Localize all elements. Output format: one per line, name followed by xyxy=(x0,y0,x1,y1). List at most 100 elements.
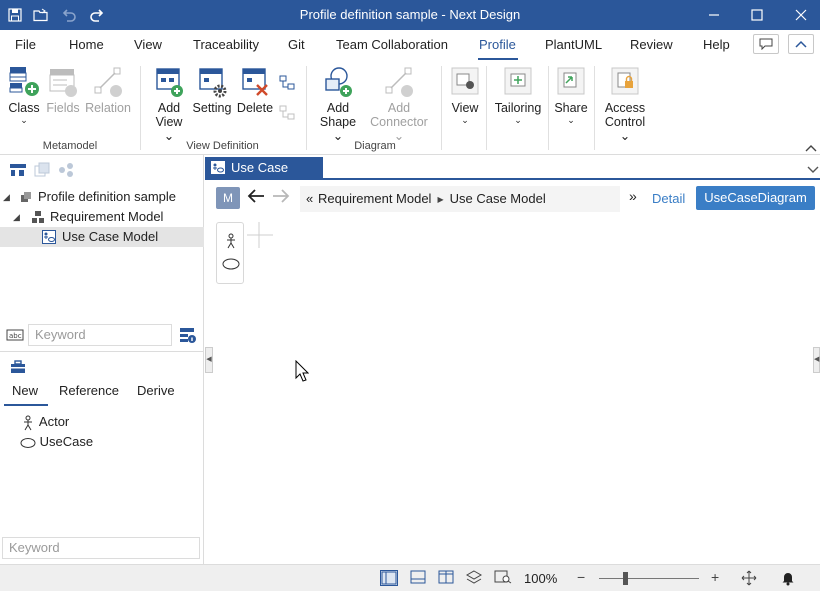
actor-icon xyxy=(24,415,32,430)
notification-bell-icon[interactable] xyxy=(780,570,798,586)
ribbon-separator xyxy=(486,66,487,150)
tree-item-label: Requirement Model xyxy=(50,209,164,224)
actor-icon[interactable] xyxy=(223,233,239,249)
zoom-out-button[interactable]: − xyxy=(577,569,585,585)
breadcrumb-separator-icon: ▶ xyxy=(437,194,444,204)
add-view-button[interactable]: Add View ⌄ xyxy=(149,65,189,143)
view-button[interactable]: View ⌄ xyxy=(448,65,482,125)
ribbon-separator xyxy=(548,66,549,150)
toolbox-icon[interactable] xyxy=(9,359,27,375)
list-item-label: UseCase xyxy=(39,434,94,449)
forward-arrow-icon[interactable] xyxy=(272,188,290,208)
model-search-input[interactable]: Keyword xyxy=(28,324,172,346)
back-arrow-icon[interactable] xyxy=(247,188,265,208)
collapse-ribbon-icon[interactable] xyxy=(788,34,814,54)
setting-button[interactable]: Setting xyxy=(192,65,232,115)
collapse-left-pane-handle[interactable]: ◀ xyxy=(205,347,213,373)
tab-plantuml[interactable]: PlantUML xyxy=(545,37,602,52)
collapse-ribbon-icon[interactable] xyxy=(805,140,817,152)
editor-area: Use Case Model M « Requirement Model ▶ Use… xyxy=(205,155,820,564)
chevron-down-icon[interactable] xyxy=(807,162,819,173)
minimize-icon[interactable] xyxy=(703,4,725,26)
tab-help[interactable]: Help xyxy=(703,37,730,52)
usecase-ellipse-icon[interactable] xyxy=(222,258,240,270)
delete-button[interactable]: Delete xyxy=(236,65,274,115)
zoom-slider-thumb[interactable] xyxy=(623,572,628,585)
collapse-right-pane-handle[interactable]: ◀ xyxy=(813,347,820,373)
list-item-usecase[interactable]: UseCase xyxy=(20,432,93,452)
breadcrumb: « Requirement Model ▶ Use Case Model xyxy=(300,186,620,212)
add-connector-button[interactable]: Add Connector ⌄ xyxy=(364,65,434,143)
tab-home[interactable]: Home xyxy=(69,37,104,52)
detail-link[interactable]: Detail xyxy=(652,191,685,206)
delete-icon xyxy=(242,68,268,96)
editor-tab-use-case-model[interactable]: Use Case Model xyxy=(205,157,323,196)
layout-split-icon[interactable] xyxy=(438,570,456,586)
project-icon xyxy=(21,192,31,202)
zoom-slider-track[interactable] xyxy=(599,578,699,579)
editor-tab-bar: Use Case Model xyxy=(205,155,820,196)
view-tree-icon[interactable] xyxy=(278,74,296,92)
add-shape-label: Add xyxy=(326,101,350,115)
setting-label: Setting xyxy=(192,101,232,115)
layout-left-icon[interactable] xyxy=(380,570,398,586)
tab-traceability[interactable]: Traceability xyxy=(193,37,259,52)
tree-item-use-case-model[interactable]: Use Case Model xyxy=(0,227,204,247)
view-selector-button[interactable]: UseCaseDiagram xyxy=(696,186,815,210)
chevron-down-icon: ⌄ xyxy=(20,115,28,125)
add-connector-label-2: Connector ⌄ xyxy=(370,115,428,143)
model-badge[interactable]: M xyxy=(216,187,240,209)
tree-item-requirement-model[interactable]: ◢ Requirement Model xyxy=(0,207,204,227)
list-item-actor[interactable]: Actor xyxy=(20,412,69,432)
model-tree-icon[interactable] xyxy=(9,162,27,178)
breadcrumb-overflow[interactable]: « xyxy=(306,186,313,212)
expand-arrow-icon[interactable]: ◢ xyxy=(13,207,20,227)
ribbon-separator xyxy=(441,66,442,150)
pane-divider xyxy=(0,351,204,352)
class-button[interactable]: Class ⌄ xyxy=(6,65,42,125)
tab-git[interactable]: Git xyxy=(288,37,305,52)
share-button[interactable]: Share ⌄ xyxy=(553,65,589,125)
tailoring-button[interactable]: Tailoring ⌄ xyxy=(492,65,544,125)
view-icon xyxy=(451,67,479,95)
scope-icon xyxy=(33,162,51,178)
tab-reference[interactable]: Reference xyxy=(59,383,119,398)
breadcrumb-item[interactable]: Requirement Model xyxy=(318,191,431,206)
status-bar: 100% − + xyxy=(0,564,820,591)
zoom-in-button[interactable]: + xyxy=(711,569,719,585)
expand-arrow-icon[interactable]: ◢ xyxy=(3,187,10,207)
text-search-icon[interactable]: abc xyxy=(6,328,24,342)
comment-icon[interactable] xyxy=(753,34,779,54)
diagram-palette xyxy=(216,222,244,284)
tab-derive[interactable]: Derive xyxy=(137,383,175,398)
fields-button[interactable]: Fields xyxy=(45,65,81,115)
add-shape-label-2: Shape ⌄ xyxy=(319,115,357,143)
tree-item-profile-definition-sample[interactable]: ◢ Profile definition sample xyxy=(0,187,204,207)
pan-icon[interactable] xyxy=(741,570,759,586)
breadcrumb-more[interactable]: » xyxy=(629,188,637,204)
usecase-model-icon xyxy=(211,161,225,174)
toolbox-search-input[interactable]: Keyword xyxy=(2,537,200,559)
tree-item-label: Profile definition sample xyxy=(38,189,177,204)
access-control-button[interactable]: Access Control ⌄ xyxy=(598,65,652,143)
share-icon xyxy=(557,67,585,95)
relation-button[interactable]: Relation xyxy=(85,65,131,115)
maximize-icon[interactable] xyxy=(746,4,768,26)
model-icon xyxy=(32,211,44,223)
tab-team-collaboration[interactable]: Team Collaboration xyxy=(336,37,448,52)
tab-view[interactable]: View xyxy=(134,37,162,52)
layout-bottom-icon[interactable] xyxy=(410,570,428,586)
usecase-ellipse-icon xyxy=(20,437,36,448)
filter-settings-icon[interactable] xyxy=(179,326,197,344)
tab-new[interactable]: New xyxy=(12,383,38,398)
breadcrumb-item[interactable]: Use Case Model xyxy=(450,191,546,206)
access-control-label-2: Control ⌄ xyxy=(604,115,646,143)
fit-zoom-icon[interactable] xyxy=(494,570,512,586)
access-control-icon xyxy=(611,67,639,95)
tab-profile[interactable]: Profile xyxy=(479,37,516,52)
tab-file[interactable]: File xyxy=(15,37,36,52)
tab-review[interactable]: Review xyxy=(630,37,673,52)
add-shape-button[interactable]: Add Shape ⌄ xyxy=(314,65,362,143)
layers-icon[interactable] xyxy=(465,570,484,586)
close-icon[interactable] xyxy=(790,4,812,26)
